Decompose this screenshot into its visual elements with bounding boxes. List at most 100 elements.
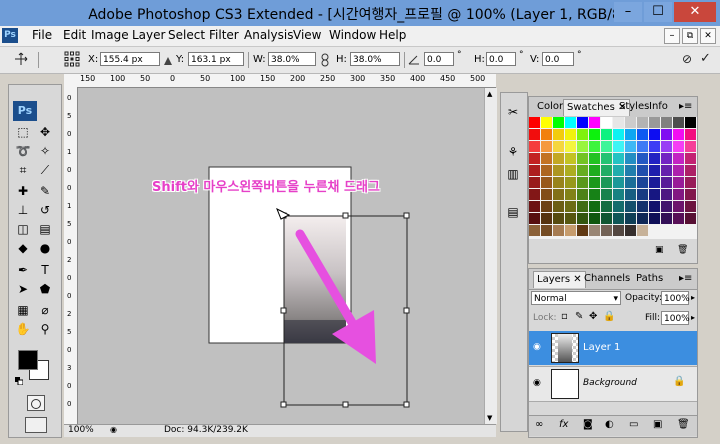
swatch-cell[interactable] <box>553 225 564 236</box>
swatch-cell[interactable] <box>637 117 648 128</box>
actions-icon[interactable]: ▤ <box>503 203 523 221</box>
swatch-cell[interactable] <box>613 129 624 140</box>
swatch-cell[interactable] <box>601 201 612 212</box>
swatch-cell[interactable] <box>649 117 660 128</box>
swatch-cell[interactable] <box>661 177 672 188</box>
ps-app-icon[interactable]: Ps <box>2 28 18 43</box>
swatch-cell[interactable] <box>529 177 540 188</box>
menu-filter[interactable]: Filter <box>209 28 239 42</box>
swatch-cell[interactable] <box>529 201 540 212</box>
menu-window[interactable]: Window <box>329 28 376 42</box>
tab-info[interactable]: Info <box>646 99 671 115</box>
swatch-cell[interactable] <box>601 153 612 164</box>
swatch-cell[interactable] <box>565 117 576 128</box>
swatch-cell[interactable] <box>529 189 540 200</box>
shape-tool-icon[interactable]: ⬟ <box>35 280 55 298</box>
swatch-cell[interactable] <box>685 141 696 152</box>
magic-wand-icon[interactable]: ✧ <box>35 142 55 160</box>
canvas-pasteboard[interactable]: Shift와 마우스왼쪽버튼을 누른채 드래그 <box>78 88 484 424</box>
swatch-cell[interactable] <box>529 129 540 140</box>
swatch-cell[interactable] <box>601 117 612 128</box>
menu-analysis[interactable]: Analysis <box>244 28 293 42</box>
swatch-cell[interactable] <box>577 129 588 140</box>
swatch-cell[interactable] <box>637 225 648 236</box>
swatch-cell[interactable] <box>553 117 564 128</box>
quick-mask-icon[interactable] <box>27 395 45 411</box>
swatch-cell[interactable] <box>565 129 576 140</box>
tab-channels[interactable]: Channels <box>581 271 633 287</box>
swatch-cell[interactable] <box>553 153 564 164</box>
lock-position-icon[interactable]: ✥ <box>589 311 597 322</box>
swatch-cell[interactable] <box>589 129 600 140</box>
vertical-scrollbar[interactable]: ▲ ▼ <box>484 88 497 424</box>
swatch-cell[interactable] <box>541 189 552 200</box>
panel-menu-icon[interactable]: ▸≡ <box>679 101 692 112</box>
move-tool-icon[interactable]: ✥ <box>35 123 55 141</box>
swatch-cell[interactable] <box>625 177 636 188</box>
swatch-cell[interactable] <box>613 189 624 200</box>
width-field[interactable]: 38.0% <box>268 52 316 66</box>
swatch-cell[interactable] <box>529 153 540 164</box>
default-colors-icon[interactable] <box>15 375 24 386</box>
swatch-cell[interactable] <box>637 141 648 152</box>
swatch-cell[interactable] <box>625 213 636 224</box>
height-field[interactable]: 38.0% <box>350 52 400 66</box>
vertical-skew-field[interactable]: 0.0 <box>542 52 574 66</box>
swatch-cell[interactable] <box>589 213 600 224</box>
swatch-cell[interactable] <box>577 117 588 128</box>
marquee-tool-icon[interactable]: ⬚ <box>13 123 33 141</box>
swatch-cell[interactable] <box>637 165 648 176</box>
fill-field[interactable]: 100% <box>661 311 690 325</box>
menu-layer[interactable]: Layer <box>132 28 165 42</box>
swatch-cell[interactable] <box>565 213 576 224</box>
swatch-cell[interactable] <box>589 201 600 212</box>
doc-minimize-button[interactable]: – <box>664 28 680 44</box>
move-tool-icon[interactable] <box>14 52 28 66</box>
swatch-cell[interactable] <box>577 225 588 236</box>
brush-tool-icon[interactable]: ✎ <box>35 182 55 200</box>
swatch-cell[interactable] <box>565 225 576 236</box>
swatch-cell[interactable] <box>685 189 696 200</box>
swatch-cell[interactable] <box>673 153 684 164</box>
swatch-cell[interactable] <box>685 129 696 140</box>
swatch-cell[interactable] <box>685 213 696 224</box>
swatch-cell[interactable] <box>673 225 684 236</box>
swatch-cell[interactable] <box>541 225 552 236</box>
eyedropper-icon[interactable]: ⌀ <box>35 301 55 319</box>
layer-mask-icon[interactable]: ◙ <box>583 419 593 430</box>
close-button[interactable]: ✕ <box>674 2 716 22</box>
angle-field[interactable]: 0.0 <box>424 52 454 66</box>
maximize-button[interactable]: ☐ <box>644 2 672 22</box>
new-layer-icon[interactable]: ▣ <box>653 419 662 430</box>
swatch-grid[interactable] <box>529 117 697 239</box>
horizontal-skew-field[interactable]: 0.0 <box>486 52 516 66</box>
status-menu-icon[interactable]: ◉ <box>110 425 120 435</box>
cancel-transform-icon[interactable]: ⊘ <box>682 52 694 66</box>
layer-row-background[interactable]: ◉ Background 🔒 <box>529 366 697 402</box>
tab-layers[interactable]: Layers ✕ <box>533 271 586 288</box>
link-layers-icon[interactable]: ∞ <box>535 419 543 430</box>
swatch-cell[interactable] <box>541 213 552 224</box>
swatch-cell[interactable] <box>565 201 576 212</box>
dodge-tool-icon[interactable]: ● <box>35 239 55 257</box>
clone-source-icon[interactable]: ▥ <box>503 165 523 183</box>
lock-all-icon[interactable]: 🔒 <box>603 311 615 322</box>
swatch-cell[interactable] <box>673 189 684 200</box>
swatch-cell[interactable] <box>673 165 684 176</box>
swatch-cell[interactable] <box>565 165 576 176</box>
swatch-cell[interactable] <box>613 117 624 128</box>
healing-brush-icon[interactable]: ✚ <box>13 182 33 200</box>
path-selection-icon[interactable]: ➤ <box>13 280 33 298</box>
swatch-cell[interactable] <box>661 165 672 176</box>
swatch-cell[interactable] <box>613 225 624 236</box>
swatch-cell[interactable] <box>649 201 660 212</box>
fill-dropdown-icon[interactable]: ▸ <box>691 313 695 322</box>
hand-tool-icon[interactable]: ✋ <box>13 320 33 338</box>
swatch-cell[interactable] <box>625 129 636 140</box>
swatch-cell[interactable] <box>649 189 660 200</box>
swatch-cell[interactable] <box>601 225 612 236</box>
swatch-cell[interactable] <box>685 165 696 176</box>
swatch-cell[interactable] <box>577 177 588 188</box>
swatch-cell[interactable] <box>589 225 600 236</box>
swatch-cell[interactable] <box>613 201 624 212</box>
